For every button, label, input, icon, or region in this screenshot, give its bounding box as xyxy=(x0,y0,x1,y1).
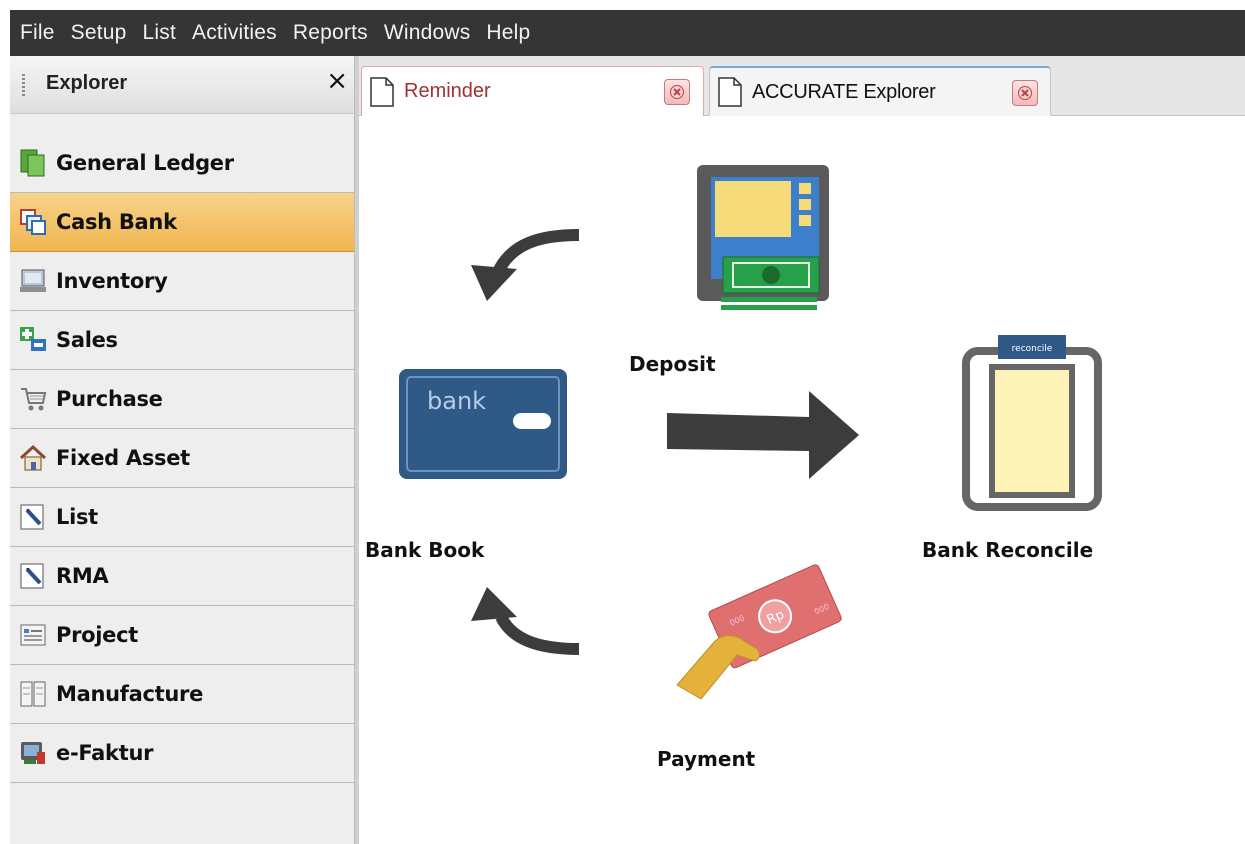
tab-label: Reminder xyxy=(404,80,491,102)
sidebar-header: Explorer × xyxy=(10,56,354,114)
close-tab-icon[interactable] xyxy=(664,79,690,105)
curved-arrow-icon xyxy=(471,587,580,655)
nav-item-general-ledger[interactable]: General Ledger xyxy=(10,134,354,193)
drag-grip-icon[interactable] xyxy=(22,74,25,96)
bank-card-text: bank xyxy=(427,387,486,415)
menu-setup[interactable]: Setup xyxy=(71,21,127,45)
nav-label: RMA xyxy=(56,564,109,588)
bank-book-card-icon[interactable]: bank xyxy=(397,367,569,481)
document-icon xyxy=(718,77,742,107)
bank-reconcile-label: Bank Reconcile xyxy=(922,538,1094,562)
bank-reconcile-clipboard-icon[interactable]: reconcile xyxy=(962,331,1102,511)
payment-hand-icon[interactable]: Rp 000 000 xyxy=(671,557,851,707)
menu-windows[interactable]: Windows xyxy=(384,21,471,45)
nav-item-project[interactable]: Project xyxy=(10,606,354,665)
nav-item-purchase[interactable]: Purchase xyxy=(10,370,354,429)
document-icon xyxy=(370,76,394,107)
general-ledger-icon xyxy=(16,146,50,180)
nav-item-rma[interactable]: RMA xyxy=(10,547,354,606)
reconcile-tag-text: reconcile xyxy=(1012,344,1053,354)
curved-arrow-icon xyxy=(471,229,580,301)
sidebar-title: Explorer xyxy=(46,72,128,94)
payment-label: Payment xyxy=(657,747,756,771)
list-icon xyxy=(16,500,50,534)
menu-help[interactable]: Help xyxy=(486,21,530,45)
nav-item-cash-bank[interactable]: Cash Bank xyxy=(10,193,354,252)
cash-bank-icon xyxy=(16,205,50,239)
menu-list[interactable]: List xyxy=(143,21,176,45)
deposit-label: Deposit xyxy=(629,352,716,376)
nav-label: Project xyxy=(56,623,139,647)
menu-activities[interactable]: Activities xyxy=(192,21,277,45)
nav-label: Fixed Asset xyxy=(56,446,190,470)
sales-icon xyxy=(16,323,50,357)
project-icon xyxy=(16,618,50,652)
menu-bar: File Setup List Activities Reports Windo… xyxy=(10,10,1245,56)
nav-item-e-faktur[interactable]: e-Faktur xyxy=(10,724,354,783)
manufacture-icon xyxy=(16,677,50,711)
nav-label: Purchase xyxy=(56,387,163,411)
nav-label: Inventory xyxy=(56,269,168,293)
rma-icon xyxy=(16,559,50,593)
fixed-asset-house-icon xyxy=(16,441,50,475)
e-faktur-icon xyxy=(16,736,50,770)
cash-bank-flow-diagram: Deposit bank Bank Book reconcile Bank Re… xyxy=(359,117,1245,844)
nav-label: Cash Bank xyxy=(56,210,177,234)
tab-bar: Reminder ACCURATE Explorer xyxy=(359,56,1245,116)
deposit-atm-icon[interactable] xyxy=(693,161,839,315)
explorer-sidebar: Explorer × General Ledger Cash Bank Inve… xyxy=(10,56,354,844)
tab-label: ACCURATE Explorer xyxy=(752,80,936,103)
tab-reminder[interactable]: Reminder xyxy=(361,66,704,116)
nav-item-sales[interactable]: Sales xyxy=(10,311,354,370)
menu-reports[interactable]: Reports xyxy=(293,21,368,45)
menu-file[interactable]: File xyxy=(20,21,55,45)
nav-label: General Ledger xyxy=(56,151,234,175)
purchase-cart-icon xyxy=(16,382,50,416)
nav-item-list[interactable]: List xyxy=(10,488,354,547)
nav-item-manufacture[interactable]: Manufacture xyxy=(10,665,354,724)
inventory-icon xyxy=(16,264,50,298)
nav-item-fixed-asset[interactable]: Fixed Asset xyxy=(10,429,354,488)
module-nav: General Ledger Cash Bank Inventory Sales… xyxy=(10,134,354,783)
nav-label: Sales xyxy=(56,328,118,352)
tab-accurate-explorer[interactable]: ACCURATE Explorer xyxy=(709,66,1051,116)
close-tab-icon[interactable] xyxy=(1012,80,1038,106)
nav-label: e-Faktur xyxy=(56,741,154,765)
close-icon[interactable]: × xyxy=(326,68,348,94)
right-arrow-icon xyxy=(667,391,859,479)
nav-item-inventory[interactable]: Inventory xyxy=(10,252,354,311)
nav-label: List xyxy=(56,505,98,529)
bank-book-label: Bank Book xyxy=(365,538,485,562)
nav-label: Manufacture xyxy=(56,682,204,706)
